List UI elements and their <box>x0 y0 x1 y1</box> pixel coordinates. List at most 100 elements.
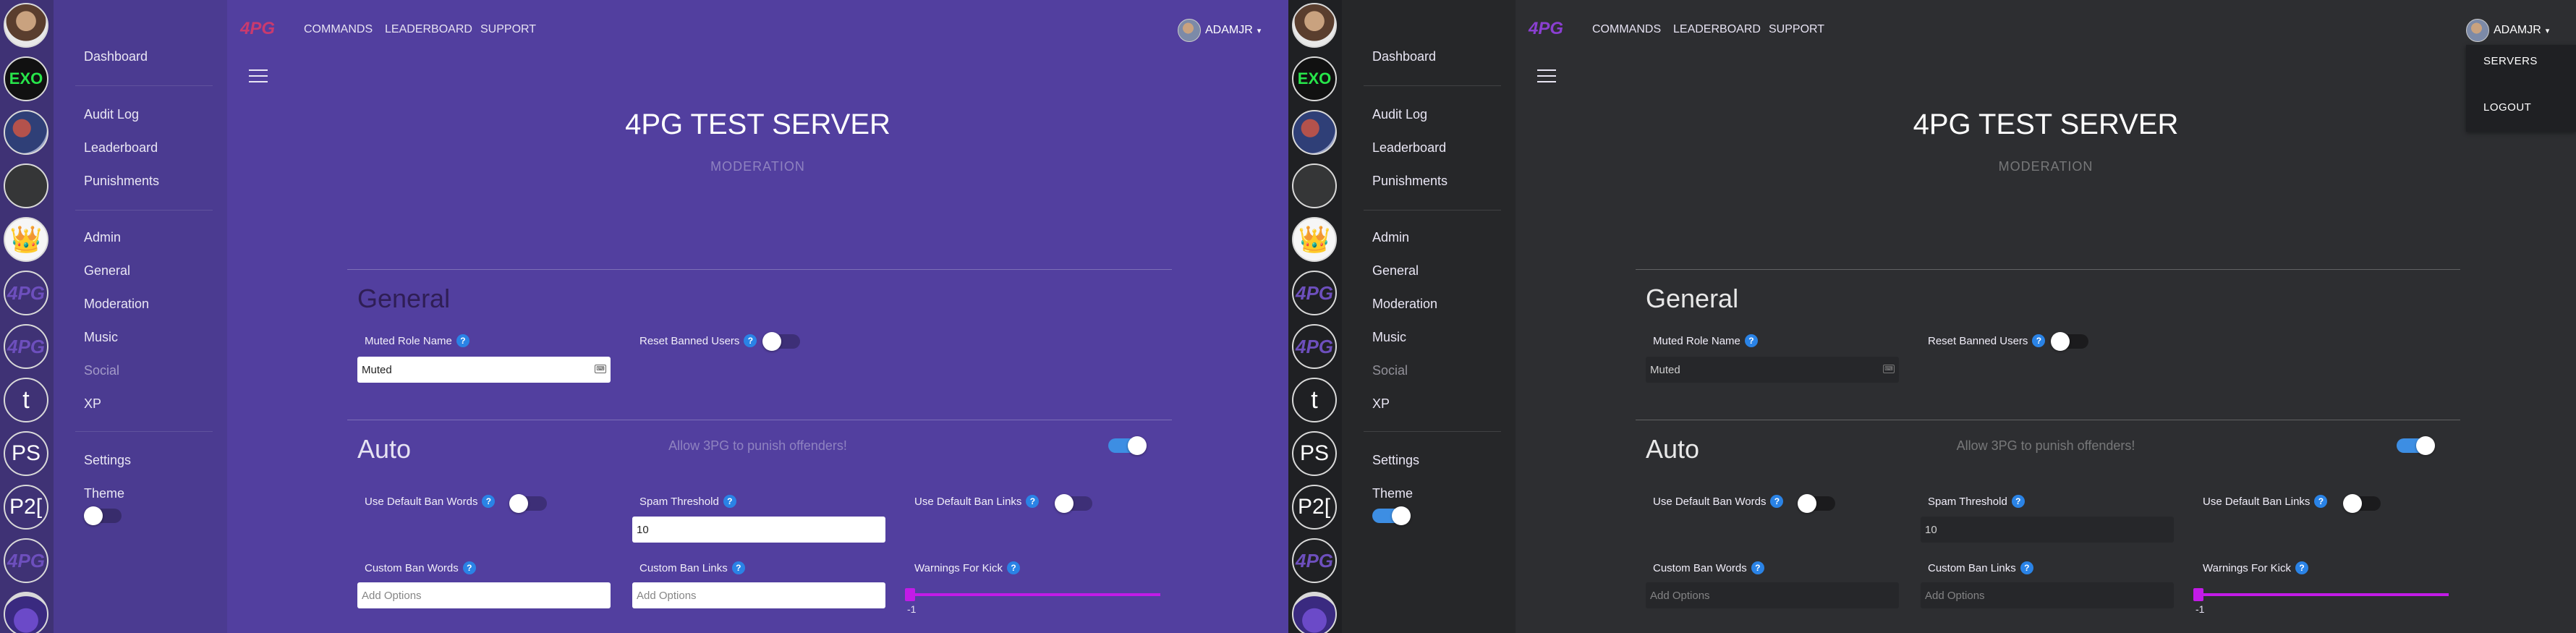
nav-link-commands[interactable]: COMMANDS <box>304 23 373 36</box>
info-icon[interactable]: ? <box>456 334 469 347</box>
server-ps[interactable]: PS <box>1292 431 1337 476</box>
sidebar-item-general[interactable]: General <box>84 263 130 279</box>
info-icon[interactable]: ? <box>1006 561 1020 574</box>
sidebar-item-leaderboard[interactable]: Leaderboard <box>84 140 158 156</box>
user-menu[interactable]: ADAMJR ▾ <box>1178 19 1261 42</box>
reset-banned-toggle[interactable] <box>2051 332 2088 351</box>
warnings-for-kick-slider[interactable] <box>905 588 1160 601</box>
sidebar-item-social[interactable]: Social <box>1372 363 1408 378</box>
info-icon[interactable]: ? <box>744 334 757 347</box>
info-icon[interactable]: ? <box>2032 334 2046 347</box>
server-avatar-user[interactable] <box>1292 3 1337 48</box>
slider-thumb[interactable] <box>905 588 915 601</box>
server-4pg-c[interactable]: 4PG <box>4 538 48 583</box>
server-p2[interactable]: P2[ <box>4 485 48 530</box>
nav-link-leaderboard[interactable]: LEADERBOARD <box>1673 23 1761 36</box>
info-icon[interactable]: ? <box>1770 495 1784 508</box>
server-4pg-b[interactable]: 4PG <box>1292 324 1337 369</box>
spam-threshold-input[interactable]: 10 <box>1921 517 2174 543</box>
sidebar-item-punishments[interactable]: Punishments <box>1372 174 1448 189</box>
custom-ban-links-input[interactable]: Add Options <box>1921 582 2174 608</box>
server-crown[interactable]: 👑 <box>4 217 48 262</box>
server-p2[interactable]: P2[ <box>1292 485 1337 530</box>
sidebar-item-audit-log[interactable]: Audit Log <box>1372 107 1427 122</box>
custom-ban-words-label-text: Custom Ban Words <box>365 561 459 574</box>
brand-logo[interactable]: 4PG <box>1529 19 1563 39</box>
menu-item-servers[interactable]: SERVERS <box>2483 55 2538 67</box>
server-dark[interactable] <box>1292 163 1337 208</box>
server-4pg-b[interactable]: 4PG <box>4 324 48 369</box>
info-icon[interactable]: ? <box>1026 495 1040 508</box>
nav-link-support[interactable]: SUPPORT <box>480 23 536 36</box>
spam-threshold-input[interactable]: 10 <box>632 517 885 543</box>
server-exo[interactable]: EXO <box>4 56 48 101</box>
sidebar-item-leaderboard[interactable]: Leaderboard <box>1372 140 1446 156</box>
sidebar-item-xp[interactable]: XP <box>84 396 101 412</box>
sidebar-item-admin[interactable]: Admin <box>1372 230 1409 245</box>
nav-link-leaderboard[interactable]: LEADERBOARD <box>385 23 472 36</box>
nav-link-support[interactable]: SUPPORT <box>1769 23 1824 36</box>
server-avatar-user[interactable] <box>4 3 48 48</box>
reset-banned-toggle[interactable] <box>762 332 800 351</box>
nav-link-commands[interactable]: COMMANDS <box>1592 23 1661 36</box>
info-icon[interactable]: ? <box>462 561 476 574</box>
server-4pg-a[interactable]: 4PG <box>4 271 48 315</box>
auto-enabled-toggle[interactable] <box>1108 436 1147 455</box>
server-blob[interactable] <box>4 592 48 633</box>
custom-ban-words-label-text: Custom Ban Words <box>1653 561 1747 574</box>
server-ps[interactable]: PS <box>4 431 48 476</box>
default-ban-words-toggle[interactable] <box>1798 494 1835 513</box>
server-4pg-a[interactable]: 4PG <box>1292 271 1337 315</box>
info-icon[interactable]: ? <box>1744 334 1758 347</box>
server-photo[interactable] <box>4 110 48 155</box>
user-menu[interactable]: ADAMJR ▾ <box>2466 19 2549 42</box>
server-crown[interactable]: 👑 <box>1292 217 1337 262</box>
custom-ban-words-input[interactable]: Add Options <box>357 582 611 608</box>
sidebar-item-music[interactable]: Music <box>84 330 118 345</box>
sidebar-item-moderation[interactable]: Moderation <box>84 297 149 312</box>
muted-role-input[interactable]: Muted ⌨ <box>357 357 611 383</box>
sidebar-item-social[interactable]: Social <box>84 363 119 378</box>
info-icon[interactable]: ? <box>2295 561 2308 574</box>
custom-ban-words-label: Custom Ban Words ? <box>365 561 476 574</box>
info-icon[interactable]: ? <box>1751 561 1764 574</box>
theme-toggle[interactable] <box>84 506 122 525</box>
warnings-for-kick-slider[interactable] <box>2193 588 2449 601</box>
custom-ban-links-input[interactable]: Add Options <box>632 582 885 608</box>
default-ban-words-toggle[interactable] <box>509 494 547 513</box>
sidebar-item-dashboard[interactable]: Dashboard <box>84 49 148 64</box>
menu-icon[interactable] <box>1537 69 1556 82</box>
theme-toggle[interactable] <box>1372 506 1411 525</box>
sidebar-item-moderation[interactable]: Moderation <box>1372 297 1437 312</box>
server-t[interactable]: t <box>1292 378 1337 422</box>
info-icon[interactable]: ? <box>2314 495 2328 508</box>
brand-logo[interactable]: 4PG <box>240 19 275 39</box>
sidebar-item-dashboard[interactable]: Dashboard <box>1372 49 1436 64</box>
info-icon[interactable]: ? <box>482 495 496 508</box>
sidebar-item-punishments[interactable]: Punishments <box>84 174 159 189</box>
server-4pg-c[interactable]: 4PG <box>1292 538 1337 583</box>
sidebar-item-xp[interactable]: XP <box>1372 396 1390 412</box>
info-icon[interactable]: ? <box>2020 561 2033 574</box>
sidebar-item-admin[interactable]: Admin <box>84 230 121 245</box>
menu-icon[interactable] <box>249 69 268 82</box>
server-blob[interactable] <box>1292 592 1337 633</box>
muted-role-input[interactable]: Muted ⌨ <box>1646 357 1899 383</box>
server-photo[interactable] <box>1292 110 1337 155</box>
info-icon[interactable]: ? <box>731 561 745 574</box>
sidebar-item-music[interactable]: Music <box>1372 330 1406 345</box>
sidebar-item-audit-log[interactable]: Audit Log <box>84 107 139 122</box>
default-ban-links-toggle[interactable] <box>1055 494 1092 513</box>
sidebar-item-general[interactable]: General <box>1372 263 1419 279</box>
server-t[interactable]: t <box>4 378 48 422</box>
server-exo[interactable]: EXO <box>1292 56 1337 101</box>
slider-thumb[interactable] <box>2193 588 2203 601</box>
info-icon[interactable]: ? <box>723 495 736 508</box>
custom-ban-words-input[interactable]: Add Options <box>1646 582 1899 608</box>
sidebar-item-settings[interactable]: Settings <box>1372 453 1419 468</box>
sidebar-item-settings[interactable]: Settings <box>84 453 131 468</box>
default-ban-links-toggle[interactable] <box>2343 494 2381 513</box>
server-dark[interactable] <box>4 163 48 208</box>
info-icon[interactable]: ? <box>2011 495 2025 508</box>
auto-enabled-toggle[interactable] <box>2397 436 2435 455</box>
